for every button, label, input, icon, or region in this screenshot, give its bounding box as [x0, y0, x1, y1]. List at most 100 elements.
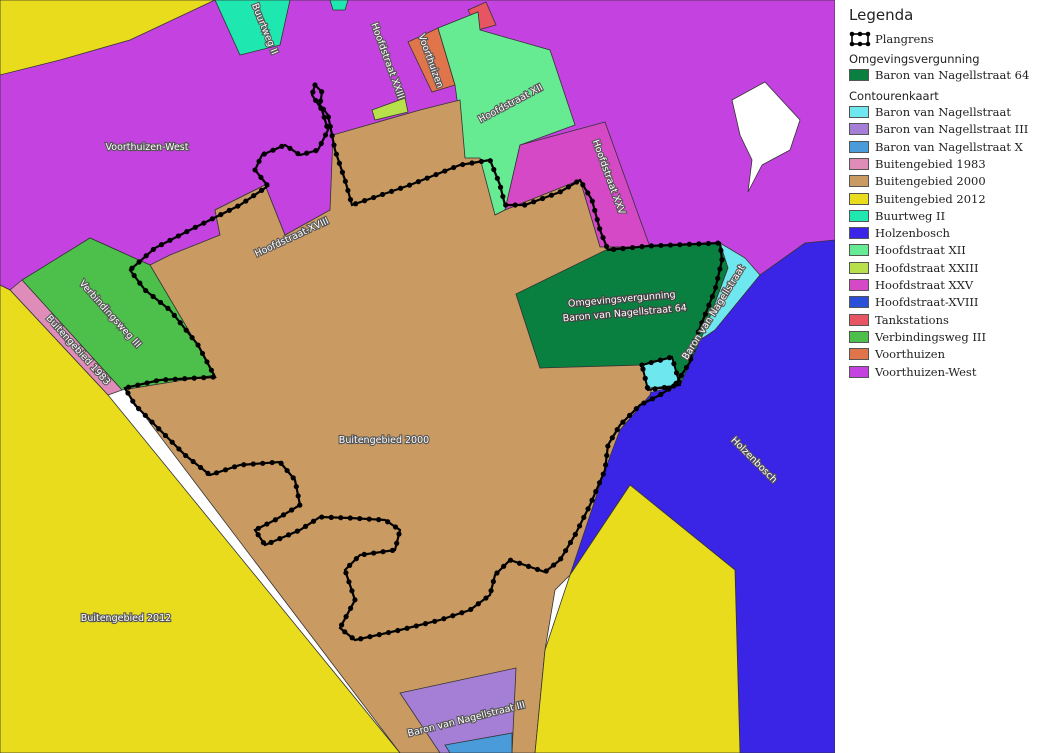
legend-label: Tankstations	[875, 312, 949, 327]
plangrens-dot	[183, 452, 189, 459]
legend-swatch	[849, 192, 869, 205]
plangrens-dot	[600, 471, 606, 477]
plangrens-dot	[501, 563, 507, 569]
plangrens-dot	[597, 226, 603, 232]
plangrens-dot	[177, 320, 183, 326]
plangrens-dot	[567, 539, 574, 546]
plangrens-dot	[295, 493, 301, 499]
plangrens-dot	[507, 557, 514, 563]
plangrens-dot	[260, 460, 266, 466]
plangrens-dot	[270, 147, 276, 153]
plangrens-dot	[490, 578, 496, 585]
plangrens-dot	[324, 123, 330, 129]
legend-swatch	[849, 348, 869, 361]
plangrens-dot	[171, 312, 177, 318]
plangrens-dot	[209, 216, 215, 222]
plangrens-dot	[338, 515, 344, 521]
plangrens-dot	[718, 247, 724, 253]
plangrens-dot	[286, 532, 292, 538]
legend-contourenkaart-item: Hoofdstraat XII	[849, 242, 966, 258]
plangrens-dot	[156, 426, 162, 432]
plangrens-dot	[137, 280, 143, 286]
plangrens-dot	[596, 480, 603, 486]
plangrens-dot	[258, 187, 265, 193]
area-buurtweg-ii-small[interactable]	[329, 0, 349, 11]
legend-label-plangrens: Plangrens	[875, 32, 934, 46]
plangrens-dot	[343, 570, 349, 576]
plangrens-dot	[260, 540, 267, 546]
plangrens-dot	[648, 359, 654, 366]
plangrens-dot	[235, 203, 241, 209]
plangrens-dot	[478, 158, 484, 165]
plangrens-dot	[600, 234, 606, 241]
plangrens-dot	[129, 265, 135, 271]
plangrens-dot	[201, 220, 207, 226]
plangrens-dot	[516, 560, 523, 566]
plangrens-dot	[201, 375, 207, 381]
plangrens-dot	[522, 202, 528, 208]
plangrens-dot	[125, 390, 131, 396]
plangrens-dot	[712, 284, 719, 291]
plangrens-dot	[406, 182, 413, 188]
plangrens-dot	[142, 412, 148, 418]
legend-contourenkaart-item: Buitengebied 2000	[849, 173, 986, 189]
plangrens-dot	[150, 293, 156, 300]
plangrens-dot	[424, 175, 430, 181]
plangrens-dot	[343, 614, 349, 620]
plangrens-dot	[302, 523, 309, 530]
plangrens-dot	[620, 419, 626, 425]
plangrens-dot	[184, 229, 190, 235]
plangrens-dot	[352, 597, 358, 603]
plangrens-dot	[256, 158, 262, 164]
plangrens-dot	[422, 621, 429, 627]
plangrens-dot	[347, 196, 354, 203]
plangrens-dot	[349, 635, 355, 641]
plangrens-dot	[231, 464, 238, 470]
legend-title: Legenda	[849, 6, 914, 24]
plangrens-dot	[310, 89, 316, 95]
legend-label: Buitengebied 2012	[875, 191, 986, 206]
map-canvas[interactable]: Voorthuizen-West Buurtweg II Hoofdstraat…	[0, 0, 835, 753]
legend-contourenkaart-item: Tankstations	[849, 312, 949, 328]
plangrens-dot	[371, 550, 377, 556]
plangrens-dot	[388, 188, 395, 194]
plangrens-dot	[603, 462, 609, 468]
plangrens-dot	[376, 517, 382, 523]
plangrens-dot	[353, 201, 359, 207]
plangrens-dot	[218, 211, 224, 218]
plangrens-dot	[135, 382, 141, 388]
plangrens-dot	[585, 190, 591, 196]
plangrens-dot	[709, 293, 716, 300]
plangrens-dot	[157, 299, 164, 306]
plangrens-dot	[278, 460, 284, 466]
legend-label: Baron van Nagellstraat III	[875, 122, 1029, 137]
plangrens-dot	[149, 419, 155, 425]
plangrens-dot	[648, 243, 655, 249]
plangrens-dot	[603, 243, 610, 250]
plangrens-dot	[385, 629, 392, 636]
plangrens-dot	[222, 467, 229, 473]
legend-contourenkaart-item: Buitengebied 2012	[849, 191, 986, 207]
plangrens-dot	[397, 185, 404, 191]
plangrens-dot	[644, 385, 651, 391]
plangrens-dot	[287, 145, 293, 151]
plangrens-dot	[404, 625, 410, 631]
plangrens-dot	[241, 462, 247, 468]
plangrens-dot	[361, 551, 367, 557]
plangrens-dot	[551, 562, 557, 568]
plangrens-dot	[204, 359, 210, 365]
plangrens-dot	[322, 132, 329, 138]
plangrens-dot	[459, 610, 465, 616]
plangrens-dot	[268, 539, 274, 545]
legend-label: Hoofdstraat XII	[875, 243, 966, 258]
plangrens-dot	[176, 446, 182, 452]
plangrens-dot	[208, 367, 214, 373]
legend-swatch	[849, 313, 869, 326]
plangrens-symbol-icon	[849, 31, 871, 47]
plangrens-dot	[143, 253, 149, 259]
legend-group-contourenkaart: Contourenkaart	[849, 89, 939, 103]
plangrens-dot	[125, 384, 132, 390]
plangrens-dot	[433, 171, 439, 178]
plangrens-dot	[357, 515, 363, 522]
legend-group-omgevingsvergunning: Omgevingsvergunning	[849, 52, 980, 66]
